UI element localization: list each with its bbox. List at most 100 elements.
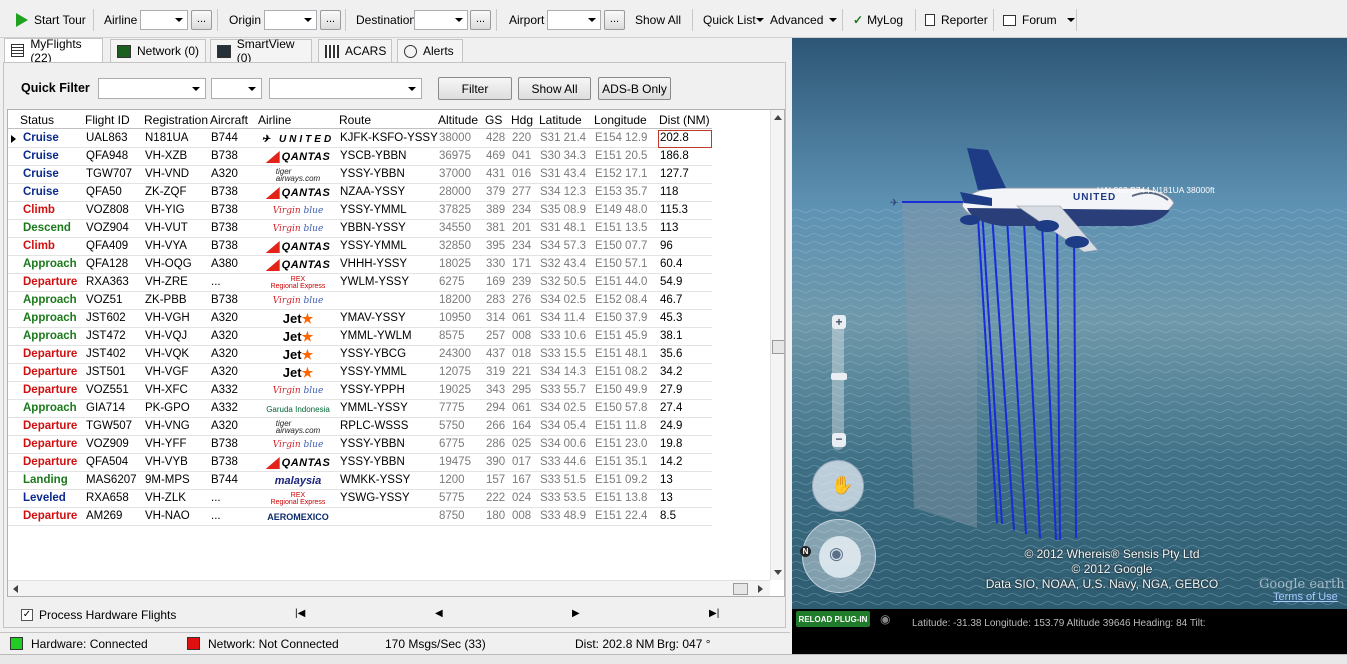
table-row[interactable]: Approach QFA128 VH-OQG A380 QANTAS VHHH-YSSY 1… (8, 256, 712, 274)
table-row[interactable]: Departure TGW507 VH-VNG A320 tiger airways.co… (8, 418, 712, 436)
quick-list-button[interactable]: Quick List (703, 10, 756, 30)
tab-myflights[interactable]: MyFlights (22) (4, 37, 103, 65)
column-header[interactable]: GS (485, 113, 502, 127)
origin-select[interactable] (264, 10, 317, 30)
airline-browse-button[interactable]: ... (191, 10, 212, 30)
table-row[interactable]: Landing MAS6207 9M-MPS B744 malaysia WMKK-YSS… (8, 472, 712, 490)
table-row[interactable]: Approach VOZ51 ZK-PBB B738 Virgin blue 18200 2… (8, 292, 712, 310)
table-row[interactable]: Departure VOZ551 VH-XFC A332 Virgin blue YSSY… (8, 382, 712, 400)
airport-browse-button[interactable]: ... (604, 10, 625, 30)
quick-list-dropdown-arrow[interactable] (756, 10, 764, 30)
table-row[interactable]: Departure VOZ909 VH-YFF B738 Virgin blue YSSY… (8, 436, 712, 454)
hscroll-thumb[interactable] (733, 583, 748, 595)
table-cell: 19475 (439, 456, 471, 468)
airline-logo-cell: AEROMEXICO (260, 509, 336, 525)
checkbox-checked-icon: ✓ (21, 609, 33, 621)
table-row[interactable]: Approach JST602 VH-VGH A320 Jet★ YMAV-YSSY 109… (8, 310, 712, 328)
table-cell: RXA363 (86, 276, 129, 288)
column-header[interactable]: Status (20, 113, 54, 127)
tab-smartview[interactable]: SmartView (0) (210, 37, 312, 65)
table-row[interactable]: Departure QFA504 VH-VYB B738 QANTAS YSSY-YBBN… (8, 454, 712, 472)
table-row[interactable]: Descend VOZ904 VH-VUT B738 Virgin blue YBBN-Y… (8, 220, 712, 238)
destination-browse-button[interactable]: ... (470, 10, 491, 30)
destination-select[interactable] (414, 10, 468, 30)
terms-of-use-link[interactable]: Terms of Use (1273, 591, 1338, 603)
first-record-icon[interactable]: |◀ (295, 608, 305, 619)
table-row[interactable]: Approach JST472 VH-VQJ A320 Jet★ YMML-YWLM 857… (8, 328, 712, 346)
quick-filter-value-select[interactable] (269, 78, 422, 99)
advanced-button[interactable]: Advanced (770, 10, 838, 30)
process-hardware-checkbox[interactable]: ✓ Process Hardware Flights (21, 608, 176, 622)
filter-button[interactable]: Filter (438, 77, 512, 100)
horizontal-scrollbar[interactable] (8, 580, 770, 596)
quick-filter-operator-select[interactable] (211, 78, 262, 99)
origin-browse-button[interactable]: ... (320, 10, 341, 30)
table-row[interactable]: Departure RXA363 VH-ZRE... REX Regional Expr… (8, 274, 712, 292)
column-header[interactable]: Airline (258, 113, 291, 127)
north-compass-icon[interactable]: N (800, 546, 811, 557)
table-cell: PK-GPO (145, 402, 190, 414)
tab-acars[interactable]: ACARS (318, 39, 392, 62)
table-row[interactable]: Departure JST501 VH-VGF A320 Jet★ YSSY-YMML 12… (8, 364, 712, 382)
column-header[interactable]: Hdg (511, 113, 533, 127)
pan-control[interactable]: ✋ (812, 460, 864, 512)
table-row[interactable]: Approach GIA714 PK-GPO A332 Garuda Indonesia… (8, 400, 712, 418)
mylog-button[interactable]: ✓ MyLog (853, 10, 903, 30)
jetstar-logo: Jet★ (282, 329, 314, 344)
table-cell: 13 (660, 492, 673, 504)
table-cell: YSSY-YBCG (340, 348, 407, 360)
google-earth-view[interactable]: ✈ UNITED UAL863 B744 N181UA 38000ft + − … (792, 38, 1347, 609)
zoom-thumb[interactable] (831, 373, 847, 380)
scroll-left-arrow[interactable] (13, 585, 18, 593)
table-row[interactable]: Cruise TGW707 VH-VND A320 tiger airways.com YS… (8, 166, 712, 184)
look-control[interactable]: ◉ N (800, 519, 876, 593)
table-row[interactable]: Climb VOZ808 VH-YIG B738 Virgin blue YSSY-YMM… (8, 202, 712, 220)
table-cell: B738 (211, 186, 238, 198)
table-row[interactable]: Climb QFA409 VH-VYA B738 QANTAS YSSY-YMML 3285… (8, 238, 712, 256)
column-header[interactable]: Registration (144, 113, 208, 127)
column-header[interactable]: Flight ID (85, 113, 130, 127)
zoom-out-icon[interactable]: − (832, 433, 846, 447)
scroll-up-arrow[interactable] (774, 115, 782, 120)
reporter-button[interactable]: Reporter (925, 10, 988, 30)
zoom-slider[interactable]: + − (831, 315, 847, 450)
adsb-only-button[interactable]: ADS-B Only (598, 77, 671, 100)
column-header[interactable]: Route (339, 113, 371, 127)
start-tour-button[interactable]: Start Tour (8, 10, 86, 30)
checkmark-icon: ✓ (853, 13, 864, 27)
show-all-filter-button[interactable]: Show All (518, 77, 591, 100)
airline-select[interactable] (140, 10, 188, 30)
table-row[interactable]: Departure JST402 VH-VQK A320 Jet★ YSSY-YBCG 24… (8, 346, 712, 364)
column-header[interactable]: Aircraft (210, 113, 248, 127)
vertical-scrollbar[interactable] (770, 110, 784, 580)
coordinates-readout: Latitude: -31.38 Longitude: 153.79 Altit… (912, 618, 1206, 629)
forum-button[interactable]: Forum (1003, 10, 1075, 30)
column-header[interactable]: Altitude (438, 113, 478, 127)
previous-record-icon[interactable]: ◀ (435, 608, 443, 619)
table-cell: 169 (486, 276, 506, 288)
column-header[interactable]: Dist (NM) (659, 113, 710, 127)
zoom-in-icon[interactable]: + (832, 315, 846, 329)
scroll-right-arrow[interactable] (758, 585, 763, 593)
airport-select[interactable] (547, 10, 601, 30)
table-cell: 319 (486, 366, 506, 378)
table-row[interactable]: Departure AM269 VH-NAO... AEROMEXICO 8750 180… (8, 508, 712, 526)
scroll-down-arrow[interactable] (774, 570, 782, 575)
quick-filter-field-select[interactable] (98, 78, 206, 99)
table-cell: 277 (512, 186, 532, 198)
reload-plugin-button[interactable]: RELOAD PLUG-IN (796, 611, 870, 627)
map-status-strip: RELOAD PLUG-IN ◉ Latitude: -31.38 Longit… (792, 609, 1347, 654)
column-header[interactable]: Longitude (594, 113, 647, 127)
table-row[interactable]: Cruise QFA948 VH-XZB B738 QANTAS YSCB-YBBN 369… (8, 148, 712, 166)
show-all-button[interactable]: Show All (635, 10, 681, 30)
last-record-icon[interactable]: ▶| (709, 608, 719, 619)
scroll-thumb[interactable] (772, 340, 784, 354)
table-row[interactable]: Leveled RXA658 VH-ZLK... REX Regional Expres… (8, 490, 712, 508)
table-row[interactable]: Cruise UAL863 N181UA B744 ✈ UNITED KJFK-KSFO-… (8, 130, 712, 148)
table-row[interactable]: Cruise QFA50 ZK-ZQF B738 QANTAS NZAA-YSSY 2800… (8, 184, 712, 202)
column-header[interactable]: Latitude (539, 113, 582, 127)
tab-alerts[interactable]: Alerts (397, 39, 463, 62)
tab-network[interactable]: Network (0) (110, 39, 206, 62)
next-record-icon[interactable]: ▶ (572, 608, 580, 619)
table-cell: 016 (512, 168, 532, 180)
